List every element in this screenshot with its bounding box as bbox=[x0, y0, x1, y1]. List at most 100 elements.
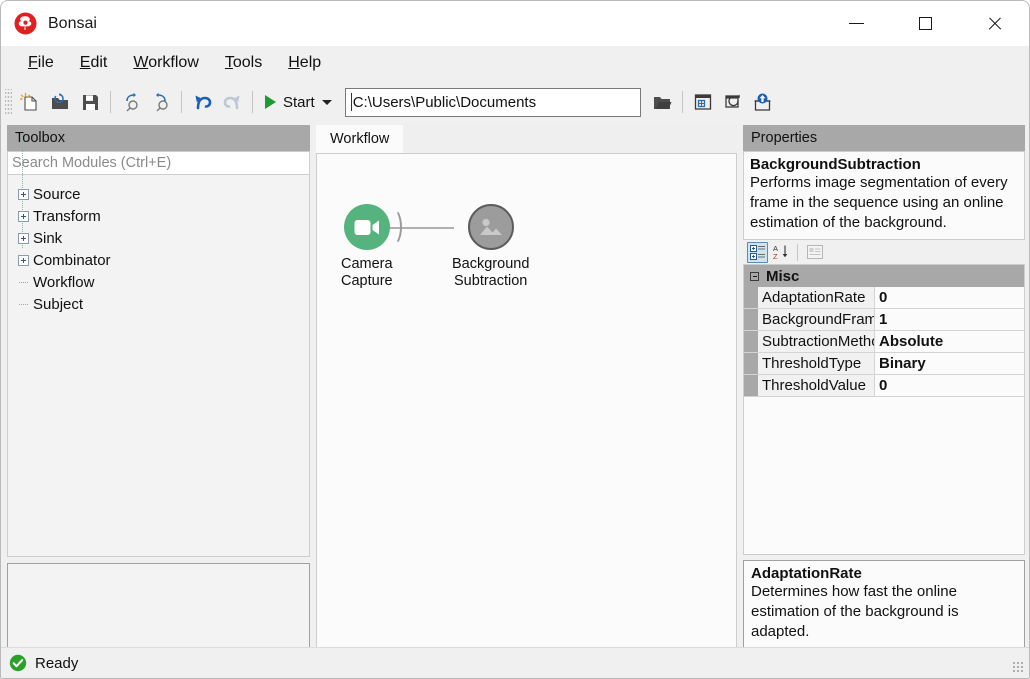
properties-header: Properties bbox=[743, 125, 1025, 151]
menu-file[interactable]: File bbox=[15, 51, 67, 75]
svg-text:Z: Z bbox=[773, 252, 778, 260]
zoom-out-icon bbox=[156, 92, 168, 112]
new-file-icon bbox=[20, 92, 37, 111]
browse-folder-button[interactable] bbox=[647, 87, 677, 117]
node-label: Camera Capture bbox=[341, 256, 393, 289]
property-value[interactable]: 1 bbox=[874, 309, 1024, 330]
browse-folder-icon bbox=[653, 97, 672, 109]
open-file-icon bbox=[52, 93, 68, 109]
property-name: ThresholdType bbox=[744, 353, 874, 374]
property-name: BackgroundFrames bbox=[744, 309, 874, 330]
toolbox-description-pane bbox=[7, 563, 310, 648]
package-manager-button[interactable] bbox=[748, 87, 778, 117]
redo-button[interactable] bbox=[217, 87, 247, 117]
expand-icon[interactable] bbox=[18, 210, 29, 222]
toolbox-item-source[interactable]: Source bbox=[8, 183, 309, 205]
property-grid[interactable]: Misc AdaptationRate 0 BackgroundFrames 1… bbox=[743, 264, 1025, 555]
undo-button[interactable] bbox=[187, 87, 217, 117]
toolbar-grip[interactable] bbox=[5, 89, 12, 115]
property-category-row[interactable]: Misc bbox=[744, 265, 1024, 287]
properties-summary-pane: BackgroundSubtraction Performs image seg… bbox=[743, 151, 1025, 240]
bonsai-main-window: Bonsai File Edit Workflow Tools Help Sta… bbox=[0, 0, 1030, 679]
property-row[interactable]: SubtractionMethod Absolute bbox=[744, 331, 1024, 353]
tree-leaf-icon bbox=[18, 277, 29, 288]
tab-workflow[interactable]: Workflow bbox=[316, 125, 404, 153]
property-row[interactable]: AdaptationRate 0 bbox=[744, 287, 1024, 309]
window-title: Bonsai bbox=[48, 14, 97, 32]
zoom-in-icon bbox=[126, 92, 138, 112]
chevron-down-icon[interactable] bbox=[321, 99, 332, 105]
node-output-arc bbox=[384, 208, 402, 246]
toolbox-item-label: Combinator bbox=[33, 251, 111, 269]
toolbox-item-transform[interactable]: Transform bbox=[8, 205, 309, 227]
tab-label: Workflow bbox=[330, 131, 390, 147]
alphabetical-sort-button[interactable]: A Z bbox=[770, 242, 791, 263]
property-name: SubtractionMethod bbox=[744, 331, 874, 352]
expand-icon[interactable] bbox=[18, 188, 29, 200]
open-file-button[interactable] bbox=[45, 87, 75, 117]
play-icon bbox=[265, 95, 276, 109]
minimize-button[interactable] bbox=[822, 1, 891, 46]
toolbox-item-label: Workflow bbox=[33, 273, 95, 291]
show-visualizer-button[interactable] bbox=[688, 87, 718, 117]
workflow-path-input[interactable]: C:\Users\Public\Documents bbox=[344, 87, 641, 117]
selected-node-summary: Performs image segmentation of every fra… bbox=[750, 174, 1008, 231]
workflow-node-camera-capture[interactable]: Camera Capture bbox=[341, 204, 402, 290]
zoom-out-button[interactable] bbox=[146, 87, 176, 117]
undo-icon bbox=[194, 94, 211, 109]
video-camera-icon bbox=[354, 219, 379, 235]
properties-panel: Properties BackgroundSubtraction Perform… bbox=[743, 125, 1025, 648]
expand-icon[interactable] bbox=[18, 254, 29, 266]
menu-help[interactable]: Help bbox=[275, 51, 334, 75]
text-caret bbox=[350, 93, 352, 111]
toolbox-item-label: Sink bbox=[33, 229, 63, 247]
toolbox-item-label: Subject bbox=[33, 295, 84, 313]
alphabetical-sort-icon: A Z bbox=[773, 244, 787, 260]
toolbox-panel: Toolbox Search Modules (Ctrl+E) Source T… bbox=[7, 125, 310, 648]
save-button[interactable] bbox=[75, 87, 105, 117]
toolbox-item-sink[interactable]: Sink bbox=[8, 227, 309, 249]
start-button-label: Start bbox=[283, 93, 315, 111]
save-icon bbox=[83, 95, 98, 110]
workflow-canvas[interactable]: Camera Capture Background Subtraction bbox=[316, 153, 737, 648]
property-category-label: Misc bbox=[766, 267, 800, 285]
node-label: Background Subtraction bbox=[452, 256, 530, 289]
collapse-icon[interactable] bbox=[750, 271, 759, 281]
toolbox-item-workflow[interactable]: Workflow bbox=[8, 271, 309, 293]
zoom-in-button[interactable] bbox=[116, 87, 146, 117]
toolbox-header: Toolbox bbox=[7, 125, 310, 151]
maximize-button[interactable] bbox=[891, 1, 960, 46]
workflow-panel: Workflow Camera Capture Background Subtr… bbox=[316, 125, 737, 648]
toolbox-item-combinator[interactable]: Combinator bbox=[8, 249, 309, 271]
property-value[interactable]: 0 bbox=[874, 287, 1024, 308]
property-row[interactable]: ThresholdType Binary bbox=[744, 353, 1024, 375]
property-row[interactable]: ThresholdValue 0 bbox=[744, 375, 1024, 397]
new-file-button[interactable] bbox=[15, 87, 45, 117]
expand-icon[interactable] bbox=[18, 232, 29, 244]
property-pages-button[interactable] bbox=[804, 242, 825, 263]
status-bar: Ready bbox=[1, 647, 1029, 678]
reload-extensions-button[interactable] bbox=[718, 87, 748, 117]
menu-edit[interactable]: Edit bbox=[67, 51, 121, 75]
start-button[interactable]: Start bbox=[258, 87, 337, 117]
workflow-path-value: C:\Users\Public\Documents bbox=[352, 93, 537, 111]
workflow-node-background-subtraction[interactable]: Background Subtraction bbox=[452, 204, 529, 290]
image-icon bbox=[479, 218, 502, 235]
property-value[interactable]: Binary bbox=[874, 353, 1024, 374]
menu-bar: File Edit Workflow Tools Help bbox=[1, 46, 1029, 80]
toolbox-item-subject[interactable]: Subject bbox=[8, 293, 309, 315]
close-button[interactable] bbox=[960, 1, 1029, 46]
search-modules-input[interactable]: Search Modules (Ctrl+E) bbox=[7, 151, 310, 175]
selected-node-title: BackgroundSubtraction bbox=[750, 156, 921, 173]
menu-tools[interactable]: Tools bbox=[212, 51, 275, 75]
toolbox-item-label: Transform bbox=[33, 207, 101, 225]
property-row[interactable]: BackgroundFrames 1 bbox=[744, 309, 1024, 331]
menu-workflow[interactable]: Workflow bbox=[120, 51, 212, 75]
property-value[interactable]: Absolute bbox=[874, 331, 1024, 352]
resize-grip[interactable] bbox=[1012, 661, 1025, 674]
title-bar-left: Bonsai bbox=[1, 12, 97, 35]
categorized-view-button[interactable] bbox=[747, 241, 768, 263]
property-value[interactable]: 0 bbox=[874, 375, 1024, 396]
window-controls bbox=[822, 1, 1029, 46]
property-name: AdaptationRate bbox=[744, 287, 874, 308]
